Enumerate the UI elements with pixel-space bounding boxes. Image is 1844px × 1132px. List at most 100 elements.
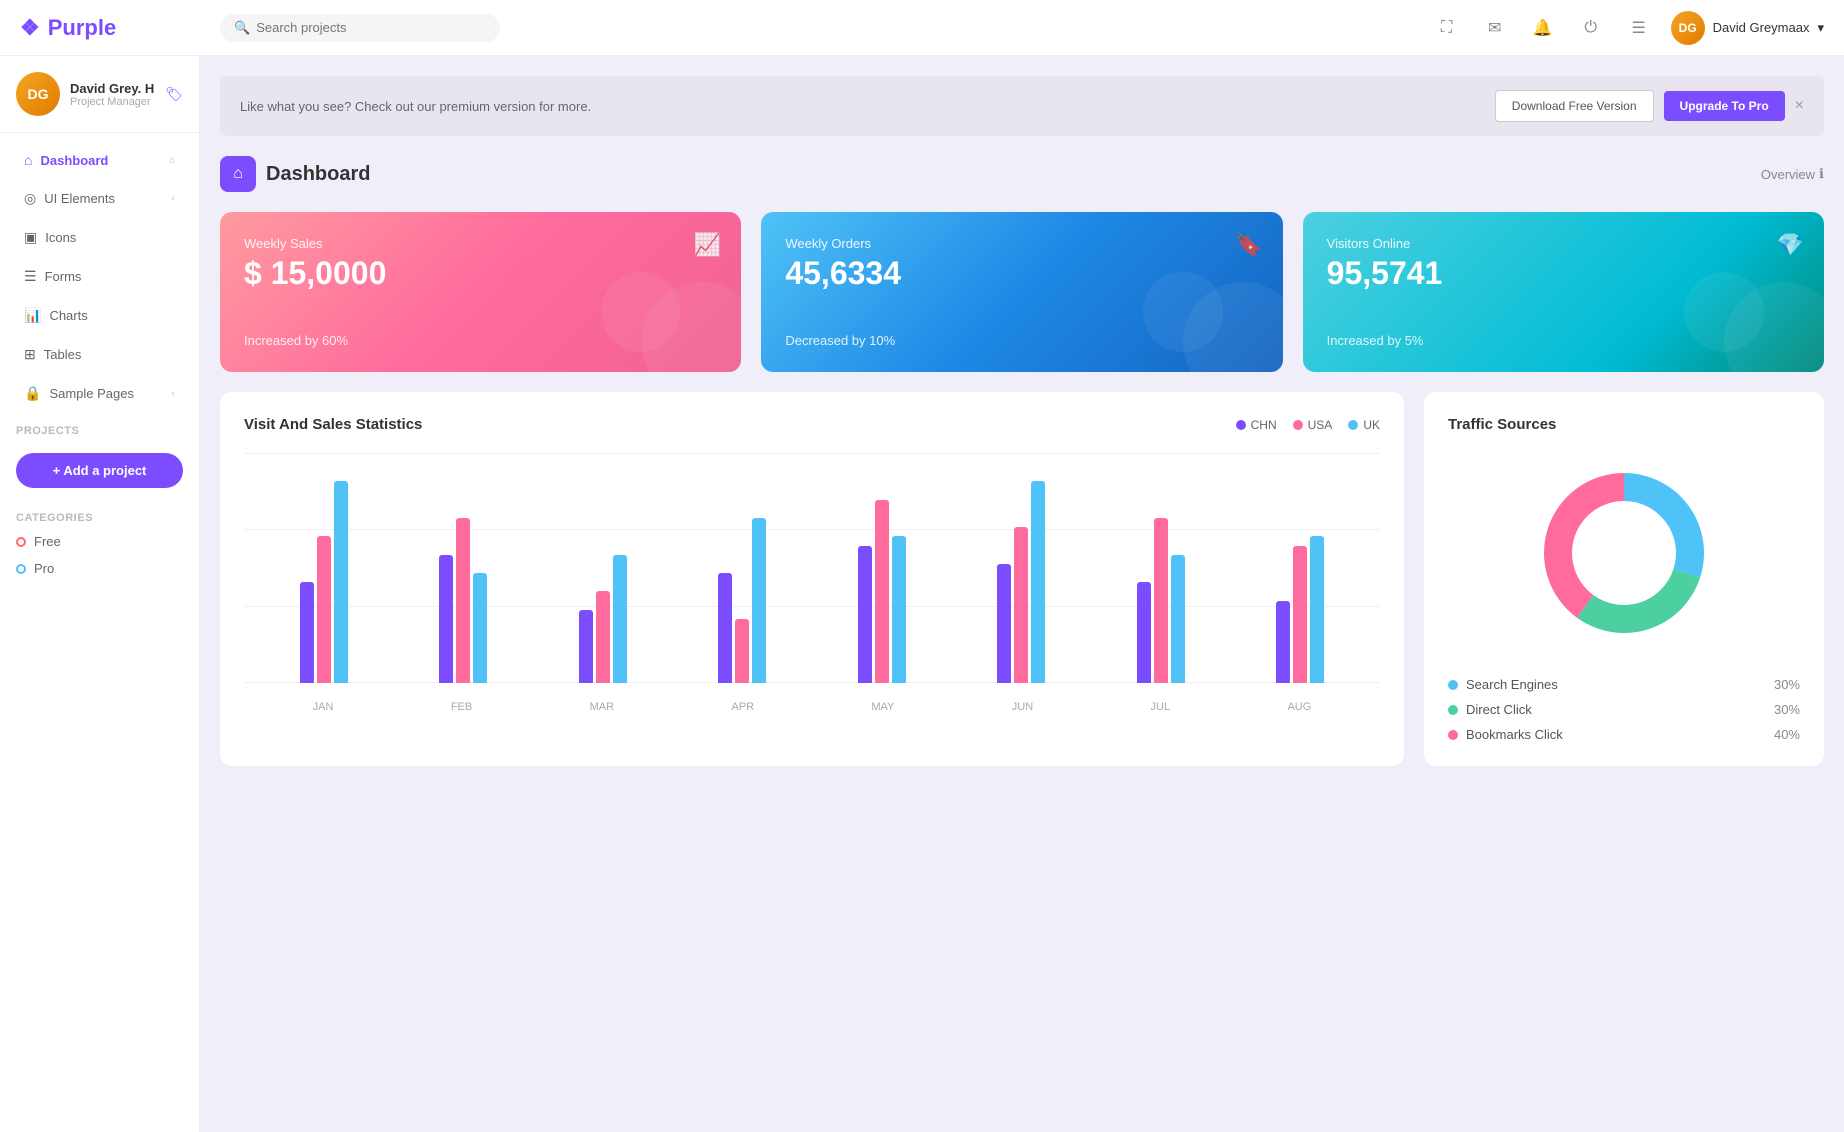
main-layout: DG David Grey. H Project Manager 🏷 ⌂ Das… bbox=[0, 56, 1844, 1132]
category-label: Pro bbox=[34, 561, 54, 576]
arrow-icon: ⌂ bbox=[169, 155, 175, 166]
bar-group bbox=[718, 518, 766, 683]
categories-label: Categories bbox=[0, 500, 199, 528]
stat-card-orders: 🔖 Weekly Orders 45,6334 Decreased by 10% bbox=[761, 212, 1282, 372]
sidebar-item-tables[interactable]: ⊞ Tables bbox=[8, 336, 191, 373]
bar-uk bbox=[334, 481, 348, 683]
logo-icon: ❖ bbox=[20, 15, 40, 41]
stat-cards: 📈 Weekly Sales $ 15,0000 Increased by 60… bbox=[220, 212, 1824, 372]
user-role: Project Manager bbox=[70, 96, 155, 108]
donut-segment bbox=[1544, 473, 1624, 618]
category-pro[interactable]: Pro bbox=[0, 555, 199, 582]
legend-uk: UK bbox=[1348, 418, 1380, 432]
bar-usa bbox=[735, 619, 749, 683]
traffic-dot-icon bbox=[1448, 730, 1458, 740]
sidebar-item-charts[interactable]: 📊 Charts bbox=[8, 297, 191, 334]
sidebar-item-label: Charts bbox=[49, 308, 87, 323]
mail-icon[interactable]: ✉ bbox=[1479, 12, 1511, 44]
close-button[interactable]: × bbox=[1795, 97, 1804, 115]
dashboard-header: ⌂ Dashboard Overview ℹ bbox=[220, 156, 1824, 192]
sidebar-item-label: Tables bbox=[44, 347, 82, 362]
traffic-legend: Search Engines30% Direct Click 30% Bookmark… bbox=[1448, 677, 1800, 742]
sidebar-item-forms[interactable]: ☰ Forms bbox=[8, 258, 191, 295]
bar-chn bbox=[858, 546, 872, 684]
search-bar[interactable]: 🔍 bbox=[220, 14, 500, 42]
bar-group bbox=[1137, 518, 1185, 683]
chart-icon: 📊 bbox=[24, 307, 41, 324]
traffic-legend-item: Search Engines30% bbox=[1448, 677, 1800, 692]
home-icon: ⌂ bbox=[24, 152, 32, 168]
app-logo: ❖ Purple bbox=[20, 15, 220, 41]
bar-chn bbox=[1276, 601, 1290, 684]
grid-icon: ▣ bbox=[24, 229, 37, 246]
add-project-button[interactable]: + Add a project bbox=[16, 453, 183, 488]
sidebar-item-dashboard[interactable]: ⌂ Dashboard ⌂ bbox=[8, 142, 191, 178]
page-title: Dashboard bbox=[266, 163, 370, 186]
app-name: Purple bbox=[48, 15, 116, 41]
sidebar-item-label: Sample Pages bbox=[49, 386, 134, 401]
banner-text: Like what you see? Check out our premium… bbox=[240, 99, 591, 114]
sidebar: DG David Grey. H Project Manager 🏷 ⌂ Das… bbox=[0, 56, 200, 1132]
chevron-down-icon: ▾ bbox=[1817, 20, 1824, 36]
month-label: JAN bbox=[313, 701, 334, 713]
nav-right: ⛶ ✉ 🔔 ⏻ ☰ DG David Greymaax ▾ bbox=[1431, 11, 1824, 45]
chn-dot-icon bbox=[1236, 420, 1246, 430]
free-dot-icon bbox=[16, 537, 26, 547]
bar-labels: JANFEBMARAPRMAYJUNJULAUG bbox=[244, 701, 1380, 713]
menu-icon[interactable]: ☰ bbox=[1623, 12, 1655, 44]
bar-uk bbox=[1171, 555, 1185, 683]
stat-label: Visitors Online bbox=[1327, 236, 1800, 251]
bar-group bbox=[300, 481, 348, 683]
bar-chart-bars bbox=[244, 453, 1380, 683]
bar-chn bbox=[718, 573, 732, 683]
sidebar-item-label: Dashboard bbox=[40, 153, 108, 168]
traffic-percentage: 30% bbox=[1774, 677, 1800, 692]
overview-link[interactable]: Overview ℹ bbox=[1761, 166, 1824, 182]
bar-usa bbox=[456, 518, 470, 683]
sidebar-item-ui-elements[interactable]: ◎ UI Elements ‹ bbox=[8, 180, 191, 217]
search-input[interactable] bbox=[256, 20, 486, 35]
month-label: MAY bbox=[871, 701, 894, 713]
avatar: DG bbox=[1671, 11, 1705, 45]
avatar: DG bbox=[16, 72, 60, 116]
form-icon: ☰ bbox=[24, 268, 37, 285]
bar-chart-card: Visit And Sales Statistics CHN USA UK bbox=[220, 392, 1404, 766]
bar-uk bbox=[752, 518, 766, 683]
bar-usa bbox=[596, 591, 610, 683]
bottom-section: Visit And Sales Statistics CHN USA UK bbox=[220, 392, 1824, 766]
upgrade-pro-button[interactable]: Upgrade To Pro bbox=[1664, 91, 1785, 121]
donut-wrap bbox=[1448, 453, 1800, 653]
bar-chart-area: JANFEBMARAPRMAYJUNJULAUG bbox=[244, 453, 1380, 713]
sidebar-item-sample-pages[interactable]: 🔒 Sample Pages ‹ bbox=[8, 375, 191, 412]
bar-uk bbox=[473, 573, 487, 683]
sidebar-item-label: Forms bbox=[45, 269, 82, 284]
traffic-percentage: 30% bbox=[1774, 702, 1800, 717]
bell-icon[interactable]: 🔔 bbox=[1527, 12, 1559, 44]
bar-uk bbox=[892, 536, 906, 683]
download-free-button[interactable]: Download Free Version bbox=[1495, 90, 1654, 122]
legend-usa: USA bbox=[1293, 418, 1333, 432]
top-navbar: ❖ Purple 🔍 ⛶ ✉ 🔔 ⏻ ☰ DG David Greymaax ▾ bbox=[0, 0, 1844, 56]
power-icon[interactable]: ⏻ bbox=[1575, 12, 1607, 44]
projects-label: Projects bbox=[0, 413, 199, 441]
month-label: JUN bbox=[1012, 701, 1033, 713]
bar-usa bbox=[317, 536, 331, 683]
bar-group bbox=[858, 500, 906, 683]
sidebar-item-icons[interactable]: ▣ Icons bbox=[8, 219, 191, 256]
user-menu[interactable]: DG David Greymaax ▾ bbox=[1671, 11, 1824, 45]
legend-chn: CHN bbox=[1236, 418, 1277, 432]
bar-uk bbox=[1310, 536, 1324, 683]
category-free[interactable]: Free bbox=[0, 528, 199, 555]
sidebar-user: DG David Grey. H Project Manager 🏷 bbox=[0, 72, 199, 133]
uk-dot-icon bbox=[1348, 420, 1358, 430]
traffic-label: Bookmarks Click bbox=[1466, 727, 1563, 742]
user-name: David Greymaax bbox=[1713, 20, 1810, 35]
arrow-icon: ‹ bbox=[172, 388, 175, 399]
user-name: David Grey. H bbox=[70, 81, 155, 96]
traffic-legend-item: Bookmarks Click40% bbox=[1448, 727, 1800, 742]
expand-icon[interactable]: ⛶ bbox=[1431, 12, 1463, 44]
bar-group bbox=[1276, 536, 1324, 683]
legend-left: Direct Click bbox=[1448, 702, 1532, 717]
legend-label: UK bbox=[1363, 418, 1380, 432]
sidebar-item-label: UI Elements bbox=[44, 191, 115, 206]
